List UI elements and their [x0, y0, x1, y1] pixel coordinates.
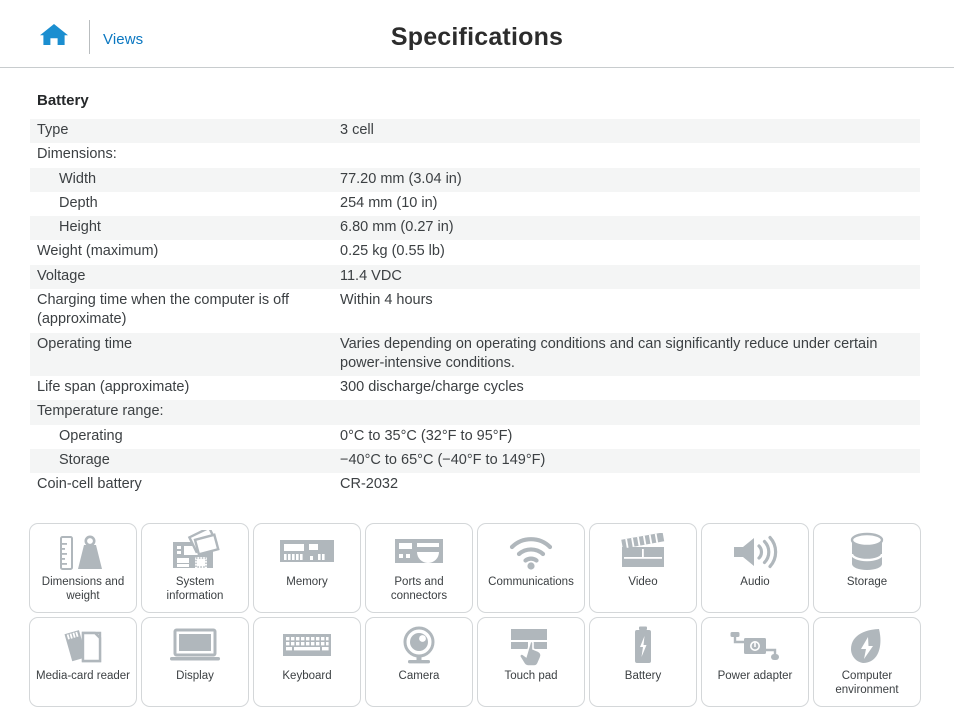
- tile-label: Communications: [488, 576, 574, 588]
- touchpad-icon: [507, 618, 555, 670]
- tile-label: Ports and connectors: [390, 576, 448, 603]
- table-row: Temperature range:: [30, 400, 920, 425]
- spec-label: Height: [59, 219, 101, 236]
- tile-label: Display: [176, 670, 214, 682]
- tile-storage[interactable]: Storage: [813, 523, 921, 613]
- table-row: Height 6.80 mm (0.27 in): [30, 216, 920, 241]
- spec-label: Type: [37, 122, 69, 138]
- circuit-board-icon: [167, 524, 223, 576]
- tile-label: Camera: [398, 670, 440, 682]
- tile-audio[interactable]: Audio: [701, 523, 809, 613]
- table-row: Storage −40°C to 65°C (−40°F to 149°F): [30, 448, 920, 474]
- section-title: Battery: [37, 92, 89, 109]
- spec-value: 77.20 mm (3.04 in): [340, 170, 462, 187]
- tile-media-card-reader[interactable]: Media-card reader: [29, 617, 137, 707]
- clapperboard-icon: [618, 524, 668, 576]
- wifi-icon: [507, 524, 555, 576]
- media-card-icon: [58, 618, 108, 670]
- spec-label: Storage: [59, 451, 110, 468]
- table-row: Depth 254 mm (10 in): [30, 192, 920, 216]
- spec-value: Varies depending on operating conditions…: [340, 335, 878, 371]
- tile-power-adapter[interactable]: Power adapter: [701, 617, 809, 707]
- spec-value: 6.80 mm (0.27 in): [340, 219, 454, 236]
- tile-label: Dimensions and weight: [41, 576, 125, 603]
- tile-label: Memory: [286, 576, 328, 588]
- ports-icon: [393, 524, 445, 576]
- page-title: Specifications: [390, 23, 564, 51]
- table-row: Width 77.20 mm (3.04 in): [30, 167, 920, 192]
- tile-label: Touch pad: [504, 670, 558, 682]
- spec-label: Width: [59, 170, 97, 187]
- table-row: Dimensions:: [30, 143, 920, 167]
- category-tile-grid: Dimensions and weight System information M…: [29, 523, 925, 707]
- spec-value: 0.25 kg (0.55 lb): [340, 243, 445, 260]
- spec-value: 254 mm (10 in): [340, 194, 438, 211]
- spec-value: 300 discharge/charge cycles: [340, 379, 524, 396]
- spec-label: Operating time: [37, 335, 133, 352]
- tile-label: Computer environment: [835, 670, 899, 697]
- tile-battery[interactable]: Battery: [589, 617, 697, 707]
- battery-icon: [631, 618, 655, 670]
- memory-module-icon: [278, 524, 336, 576]
- tile-video[interactable]: Video: [589, 523, 697, 613]
- speaker-icon: [730, 524, 780, 576]
- tile-dimensions-and-weight[interactable]: Dimensions and weight: [29, 523, 137, 613]
- tile-camera[interactable]: Camera: [365, 617, 473, 707]
- table-row: Operating 0°C to 35°C (32°F to 95°F): [30, 425, 920, 449]
- tile-label: Video: [628, 576, 658, 588]
- spec-label: Life span (approximate): [37, 379, 190, 396]
- table-row: Operating time Varies depending on operat…: [30, 332, 920, 377]
- spec-label: Charging time when the computer is off (…: [37, 291, 290, 328]
- table-row: Life span (approximate) 300 discharge/cha…: [30, 376, 920, 400]
- spec-value: 11.4 VDC: [340, 267, 402, 284]
- table-row: Type 3 cell: [30, 119, 920, 144]
- tile-label: Power adapter: [717, 670, 793, 682]
- ruler-and-weight-icon: [55, 524, 111, 576]
- tile-system-information[interactable]: System information: [141, 523, 249, 613]
- spec-label: Operating: [59, 427, 123, 444]
- tile-computer-environment[interactable]: Computer environment: [813, 617, 921, 707]
- spec-label: Voltage: [37, 267, 86, 284]
- tile-label: System information: [166, 576, 224, 603]
- table-row: Voltage 11.4 VDC: [30, 264, 920, 289]
- spec-value: [340, 400, 920, 424]
- table-row: Coin-cell battery CR-2032: [30, 473, 920, 497]
- tile-label: Audio: [740, 576, 770, 588]
- tile-label: Keyboard: [282, 670, 332, 682]
- spec-label: Temperature range:: [37, 403, 164, 420]
- spec-label: Coin-cell battery: [37, 476, 142, 493]
- spec-value: −40°C to 65°C (−40°F to 149°F): [340, 451, 546, 468]
- webcam-icon: [398, 618, 440, 670]
- tile-display[interactable]: Display: [141, 617, 249, 707]
- spec-value: 3 cell: [340, 122, 374, 138]
- laptop-display-icon: [168, 618, 222, 670]
- drive-cylinder-icon: [847, 524, 887, 576]
- tile-memory[interactable]: Memory: [253, 523, 361, 613]
- app-header: Views Specifications: [0, 0, 954, 68]
- table-row: Weight (maximum) 0.25 kg (0.55 lb): [30, 240, 920, 264]
- tile-communications[interactable]: Communications: [477, 523, 585, 613]
- content-area: Battery Type 3 cell Dimensions: Width 77.20 …: [0, 92, 954, 498]
- specifications-table: Type 3 cell Dimensions: Width 77.20 mm (3.04…: [30, 119, 920, 498]
- tile-touch-pad[interactable]: Touch pad: [477, 617, 585, 707]
- table-row: Charging time when the computer is off (…: [30, 289, 920, 333]
- tile-label: Storage: [846, 576, 888, 588]
- spec-value: CR-2032: [340, 476, 399, 493]
- power-adapter-icon: [724, 618, 786, 670]
- tile-ports-and-connectors[interactable]: Ports and connectors: [365, 523, 473, 613]
- tile-label: Battery: [624, 670, 662, 682]
- spec-label: Depth: [59, 194, 98, 211]
- keyboard-icon: [281, 618, 333, 670]
- spec-value: Within 4 hours: [340, 291, 433, 308]
- tile-label: Media-card reader: [36, 670, 130, 682]
- spec-value: 0°C to 35°C (32°F to 95°F): [340, 427, 513, 444]
- tile-keyboard[interactable]: Keyboard: [253, 617, 361, 707]
- leaf-icon: [847, 618, 887, 670]
- spec-label: Dimensions:: [37, 146, 117, 163]
- spec-label: Weight (maximum): [37, 243, 159, 260]
- spec-value: [340, 143, 920, 167]
